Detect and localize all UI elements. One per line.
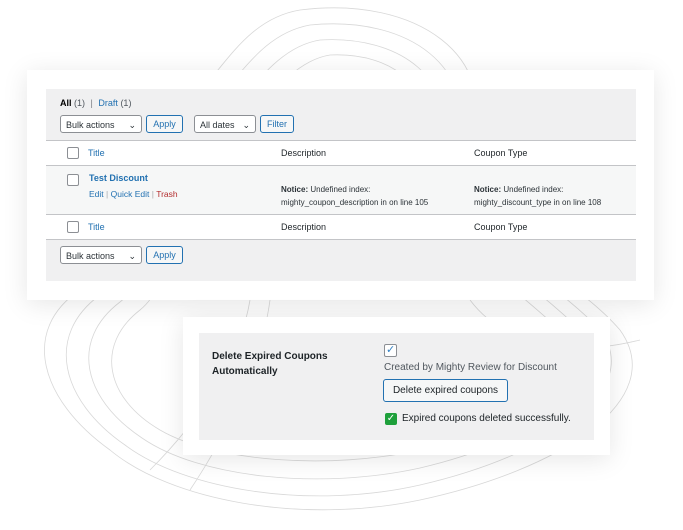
success-message: Expired coupons deleted successfully. (402, 413, 571, 424)
filter-draft-count: (1) (120, 98, 132, 108)
apply-button-top[interactable]: Apply (146, 115, 183, 133)
table-row: Test Discount Edit | Quick Edit | Trash … (46, 166, 636, 215)
chevron-down-icon: ⌄ (242, 120, 250, 130)
select-all-checkbox[interactable] (67, 147, 79, 159)
filter-button[interactable]: Filter (260, 115, 294, 133)
filter-draft[interactable]: Draft (98, 98, 118, 108)
column-coupon-type-footer: Coupon Type (474, 222, 528, 232)
column-description-footer: Description (281, 222, 327, 232)
delete-expired-checkbox[interactable]: ✓ (384, 344, 397, 357)
column-title-header[interactable]: Title (88, 148, 105, 158)
description-notice-line2: mighty_coupon_description in on line 105 (281, 198, 429, 207)
delete-expired-coupons-label: Delete Expired Coupons Automatically (212, 351, 328, 377)
delete-expired-coupons-button[interactable]: Delete expired coupons (383, 379, 508, 402)
column-title-footer[interactable]: Title (88, 222, 105, 232)
trash-link[interactable]: Trash (156, 189, 177, 199)
edit-link[interactable]: Edit (89, 189, 104, 199)
dates-select-value: All dates (200, 120, 235, 130)
bulk-actions-select-bottom[interactable]: Bulk actions ⌄ (60, 246, 142, 264)
row-action-separator: | (106, 189, 109, 199)
coupons-list-card: All (1) | Draft (1) Bulk actions ⌄ Apply… (27, 70, 654, 300)
description-notice: Notice: Undefined index: mighty_coupon_d… (281, 183, 428, 209)
column-coupon-type-header: Coupon Type (474, 148, 528, 158)
field-description: Created by Mighty Review for Discount (384, 362, 557, 373)
checkmark-icon: ✓ (386, 344, 396, 356)
apply-button-bottom[interactable]: Apply (146, 246, 183, 264)
coupons-table: Title Description Coupon Type Test Disco… (46, 140, 636, 240)
table-footer-row: Title Description Coupon Type (46, 215, 636, 239)
filter-all-count: (1) (74, 98, 86, 108)
bulk-actions-select-top[interactable]: Bulk actions ⌄ (60, 115, 142, 133)
description-notice-line1: Undefined index: (310, 185, 371, 194)
filter-separator: | (90, 98, 93, 108)
table-header-row: Title Description Coupon Type (46, 141, 636, 166)
dates-select[interactable]: All dates ⌄ (194, 115, 256, 133)
chevron-down-icon: ⌄ (128, 120, 136, 130)
row-actions: Edit | Quick Edit | Trash (89, 189, 178, 199)
select-all-checkbox-footer[interactable] (67, 221, 79, 233)
type-notice-line2: mighty_discount_type in on line 108 (474, 198, 602, 207)
description-notice-label: Notice: (281, 185, 309, 194)
success-check-icon: ✓ (385, 413, 397, 425)
column-description-header: Description (281, 148, 327, 158)
coupons-list-panel: All (1) | Draft (1) Bulk actions ⌄ Apply… (46, 89, 636, 281)
bulk-actions-select-bottom-value: Bulk actions (66, 251, 115, 261)
row-checkbox[interactable] (67, 174, 79, 186)
status-filters: All (1) | Draft (1) (60, 98, 131, 108)
settings-panel: Delete Expired Coupons Automatically ✓ C… (199, 333, 594, 440)
type-notice-line1: Undefined index: (503, 185, 564, 194)
type-notice-label: Notice: (474, 185, 502, 194)
row-action-separator: | (151, 189, 154, 199)
filter-all[interactable]: All (60, 98, 72, 108)
row-title-link[interactable]: Test Discount (89, 173, 148, 183)
settings-card: Delete Expired Coupons Automatically ✓ C… (183, 317, 610, 455)
chevron-down-icon: ⌄ (128, 251, 136, 261)
coupon-type-notice: Notice: Undefined index: mighty_discount… (474, 183, 601, 209)
bulk-actions-select-top-value: Bulk actions (66, 120, 115, 130)
quick-edit-link[interactable]: Quick Edit (111, 189, 150, 199)
